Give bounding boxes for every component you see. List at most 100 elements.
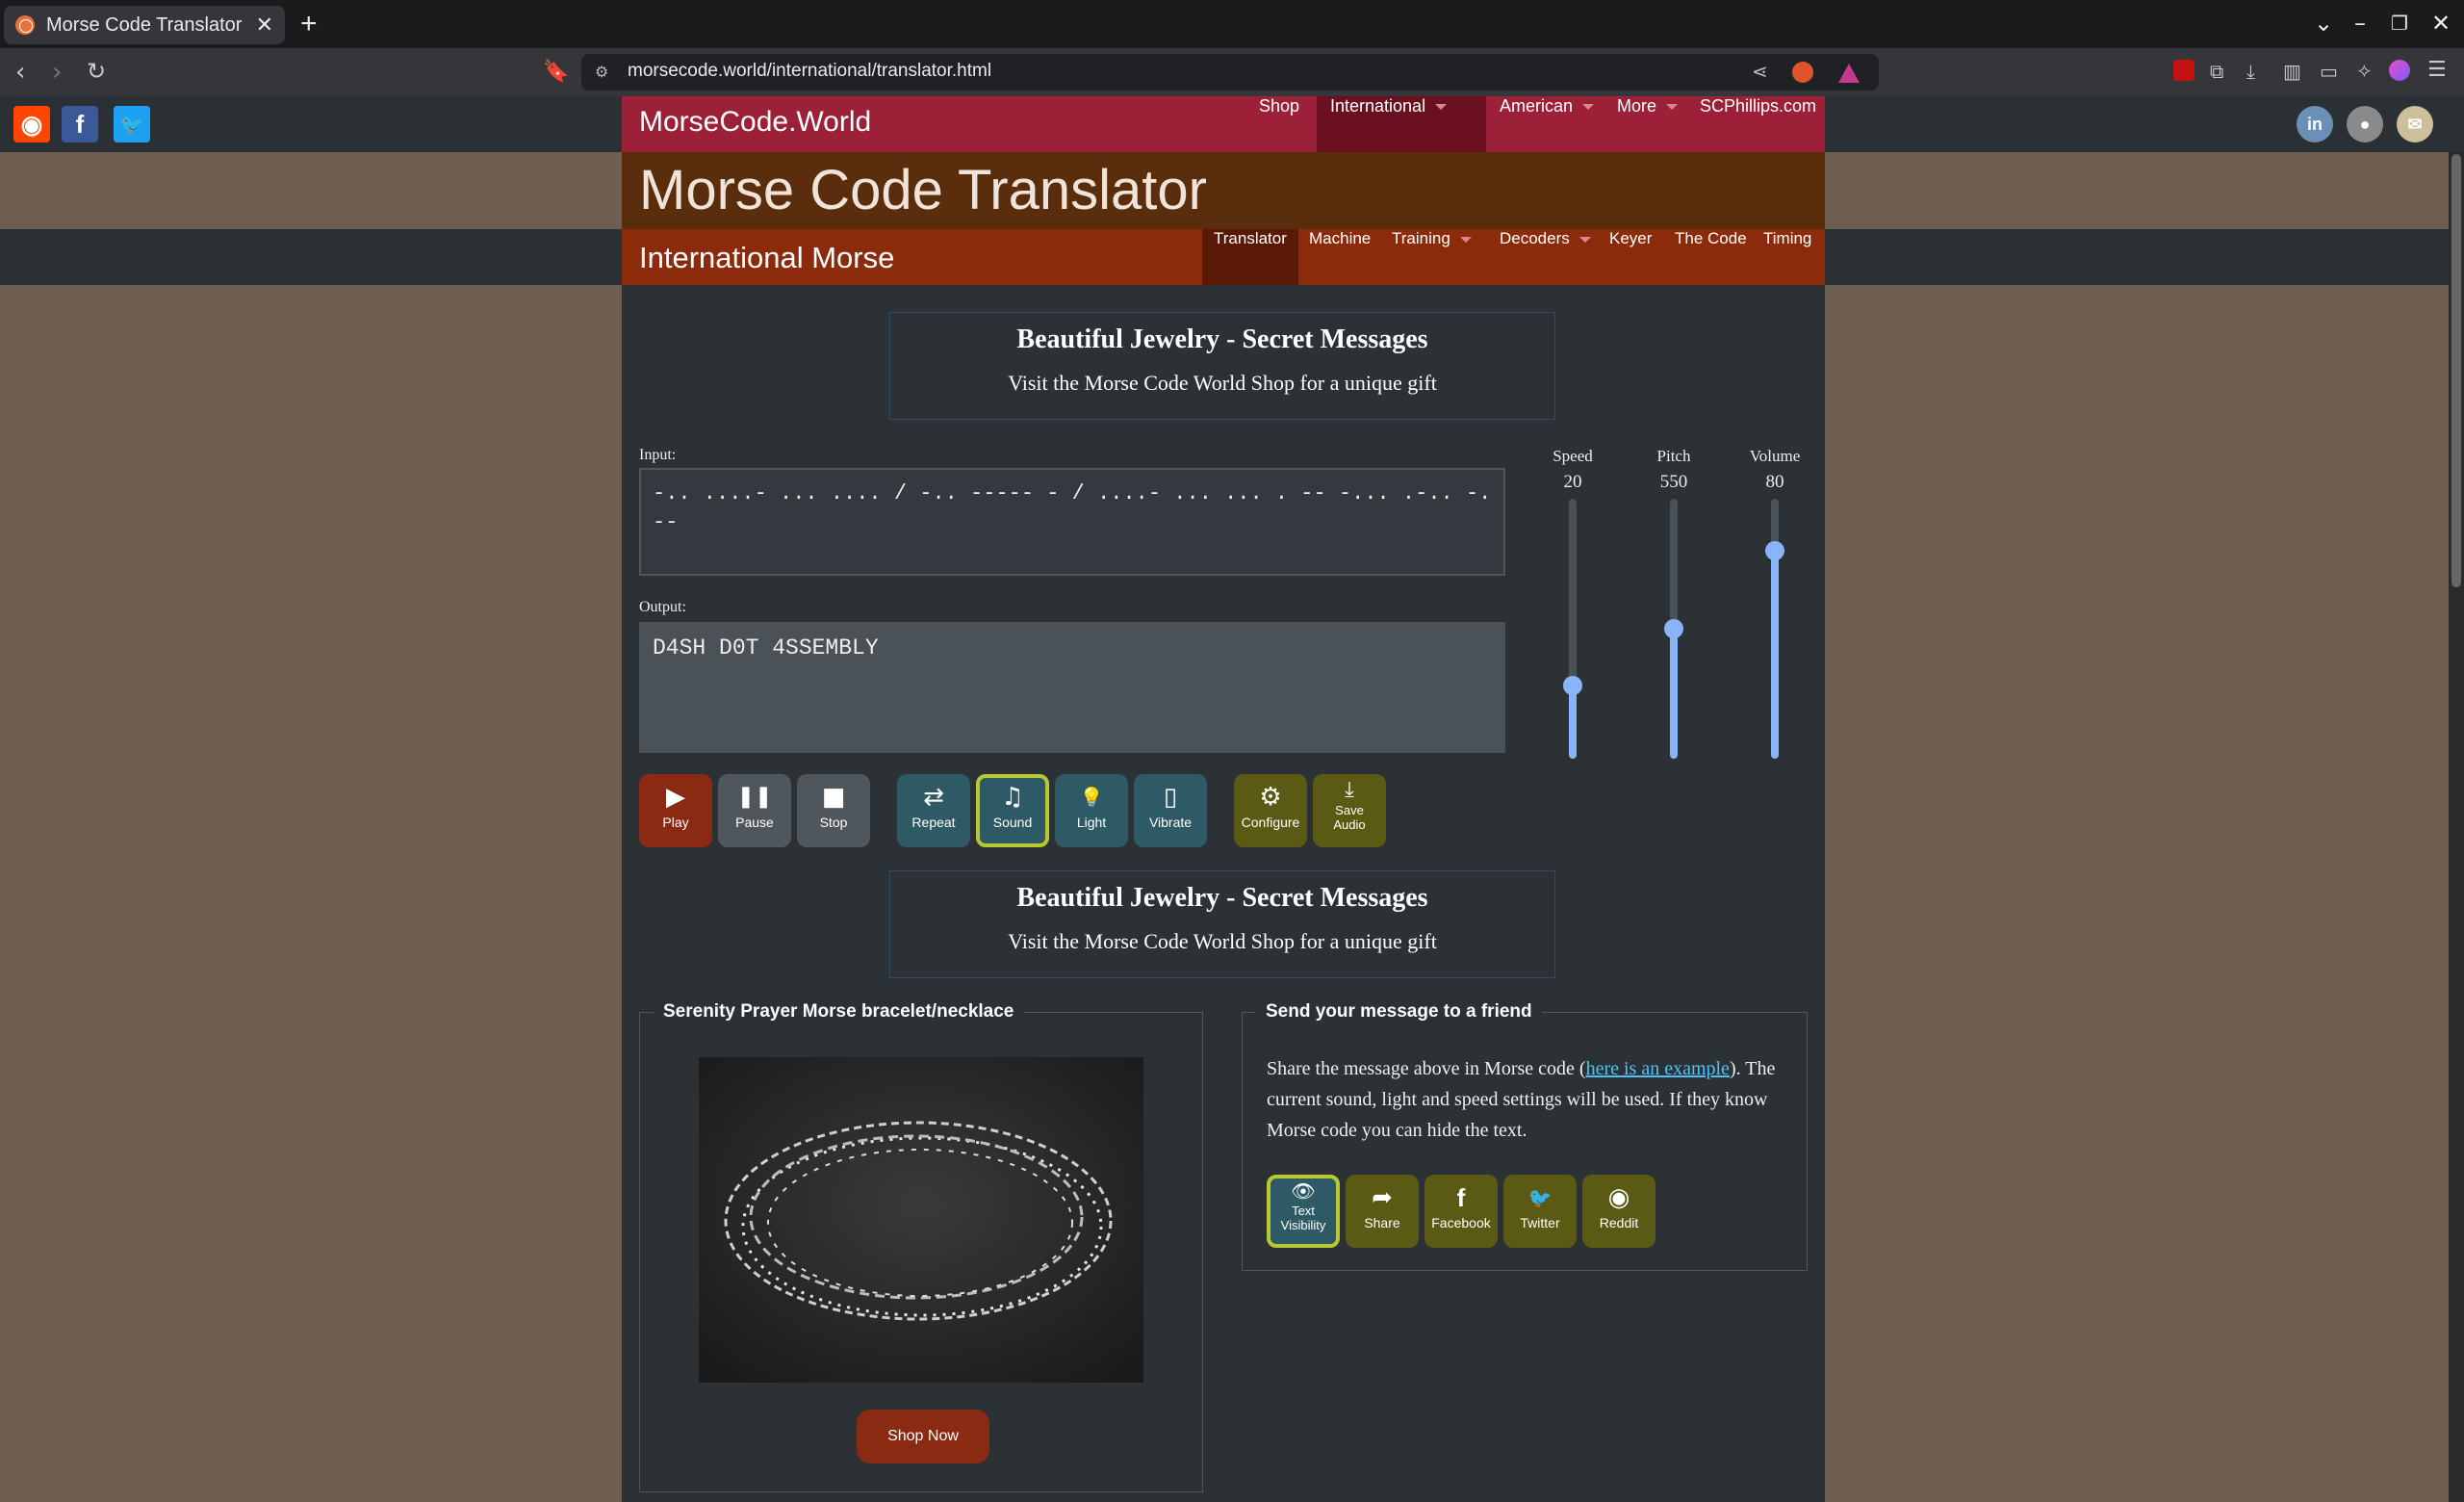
extensions-icon[interactable]: ⧉ [2210, 60, 2223, 83]
browser-toolbar: ‹ › ↻ 🔖 ⚙ morsecode.world/international/… [0, 48, 2464, 96]
bracelet-image[interactable] [699, 1057, 1143, 1383]
ad-banner[interactable]: Beautiful Jewelry - Secret Messages Visi… [889, 312, 1555, 420]
minimize-icon[interactable]: – [2354, 10, 2366, 37]
subnav-keyer[interactable]: Keyer [1598, 229, 1663, 285]
close-window-icon[interactable]: ✕ [2431, 10, 2451, 37]
speed-slider-fill [1569, 686, 1577, 759]
volume-slider[interactable] [1765, 499, 1784, 759]
main-content: Beautiful Jewelry - Secret Messages Visi… [622, 285, 1825, 1502]
pitch-value: 550 [1659, 472, 1688, 492]
address-bar[interactable]: ⚙ morsecode.world/international/translat… [581, 54, 1879, 91]
repeat-toggle[interactable]: ⇄ Repeat [897, 774, 970, 847]
vibrate-icon: ▯ [1163, 783, 1178, 812]
reddit-share-button[interactable]: ◉ Reddit [1582, 1175, 1656, 1248]
globe-icon [15, 15, 35, 35]
shop-now-button[interactable]: Shop Now [857, 1410, 989, 1463]
twitter-icon: 🐦 [1527, 1186, 1553, 1209]
sidebar-icon[interactable]: ▥ [2283, 60, 2301, 83]
chevron-down-icon [1459, 236, 1472, 243]
share-button[interactable]: ➦ Share [1346, 1175, 1419, 1248]
ad-text: Visit the Morse Code World Shop for a un… [1008, 929, 1437, 953]
share-url-icon[interactable]: ⋖ [1752, 60, 1768, 83]
stop-icon: ■ [821, 783, 846, 812]
menu-icon[interactable]: ☰ [2427, 58, 2447, 82]
sound-toggle[interactable]: ♫ Sound [976, 774, 1049, 847]
volume-slider-handle[interactable] [1765, 541, 1784, 560]
subnav-machine[interactable]: Machine [1297, 229, 1382, 285]
configure-button[interactable]: ⚙ Configure [1234, 774, 1307, 847]
ad-banner[interactable]: Beautiful Jewelry - Secret Messages Visi… [889, 870, 1555, 978]
twitter-share-button[interactable]: 🐦 Twitter [1503, 1175, 1577, 1248]
url-text[interactable]: morsecode.world/international/translator… [628, 61, 991, 82]
repeat-icon: ⇄ [923, 783, 944, 812]
gear-icon: ⚙ [1259, 783, 1282, 812]
reload-icon[interactable]: ↻ [87, 58, 106, 85]
downloads-icon[interactable]: ⤓ [2246, 60, 2255, 83]
restore-icon[interactable]: ❐ [2391, 12, 2408, 35]
speed-slider[interactable] [1563, 499, 1582, 759]
pause-button[interactable]: ❚❚ Pause [718, 774, 791, 847]
new-tab-icon[interactable]: + [300, 8, 318, 40]
text-output[interactable]: D4SH D0T 4SSEMBLY [639, 622, 1505, 753]
page-scrollbar[interactable] [2449, 152, 2464, 1502]
product-title: Serenity Prayer Morse bracelet/necklace [663, 1001, 1014, 1022]
pause-icon: ❚❚ [736, 785, 773, 809]
facebook-icon[interactable]: f [62, 106, 98, 142]
github-icon[interactable]: ● [2347, 106, 2383, 142]
speed-label: Speed [1553, 447, 1593, 465]
nav-more[interactable]: More [1604, 96, 1691, 152]
facebook-icon: f [1456, 1183, 1466, 1212]
output-label: Output: [639, 599, 686, 615]
browser-tab[interactable]: Morse Code Translator | I ✕ [4, 6, 285, 44]
twitter-icon[interactable]: 🐦 [114, 106, 150, 142]
subnav-decoders[interactable]: Decoders [1488, 229, 1603, 285]
save-audio-button[interactable]: ⤓ Save Audio [1313, 774, 1386, 847]
reddit-icon[interactable]: ◉ [13, 106, 50, 142]
pitch-slider[interactable] [1664, 499, 1683, 759]
wallet-icon[interactable]: ▭ [2320, 60, 2338, 83]
profile-icon[interactable] [2389, 60, 2410, 81]
email-icon[interactable]: ✉ [2397, 106, 2433, 142]
bookmark-icon[interactable]: 🔖 [543, 60, 569, 84]
site-brand[interactable]: MorseCode.World [639, 106, 871, 139]
vibrate-toggle[interactable]: ▯ Vibrate [1134, 774, 1207, 847]
example-link[interactable]: here is an example [1586, 1058, 1730, 1079]
light-toggle[interactable]: 💡 Light [1055, 774, 1128, 847]
chevron-down-icon [1435, 104, 1448, 111]
scrollbar-thumb[interactable] [2451, 154, 2461, 587]
morse-input[interactable]: -.. ....- ... .... / -.. ----- - / ....-… [639, 468, 1505, 576]
nav-shop[interactable]: Shop [1245, 96, 1313, 152]
facebook-share-button[interactable]: f Facebook [1424, 1175, 1498, 1248]
chevron-down-icon [1578, 236, 1591, 243]
linkedin-icon[interactable]: in [2297, 106, 2333, 142]
back-icon[interactable]: ‹ [15, 58, 25, 87]
nav-american[interactable]: American [1486, 96, 1607, 152]
chevron-down-icon [1582, 104, 1595, 111]
play-button[interactable]: ▶ Play [639, 774, 712, 847]
subnav-translator[interactable]: Translator [1202, 229, 1298, 285]
ad-title: Beautiful Jewelry - Secret Messages [1016, 324, 1428, 354]
forward-icon[interactable]: › [52, 58, 62, 87]
subnav-training[interactable]: Training [1380, 229, 1483, 285]
site-info-icon[interactable]: ⚙ [595, 63, 608, 81]
page-title: Morse Code Translator [639, 159, 1207, 221]
pdf-extension-icon[interactable] [2173, 60, 2194, 81]
speed-value: 20 [1563, 472, 1582, 492]
close-tab-icon[interactable]: ✕ [256, 13, 273, 38]
nav-scphillips[interactable]: SCPhillips.com [1686, 96, 1830, 152]
share-icon: ➦ [1372, 1183, 1393, 1212]
speed-slider-handle[interactable] [1563, 676, 1582, 696]
tab-title: Morse Code Translator | I [46, 13, 246, 36]
brave-rewards-icon[interactable] [1838, 64, 1860, 83]
subnav-timing[interactable]: Timing [1752, 229, 1823, 285]
tab-list-icon[interactable]: ⌄ [2314, 10, 2333, 37]
subnav-the-code[interactable]: The Code [1663, 229, 1758, 285]
leo-ai-icon[interactable]: ✧ [2356, 60, 2373, 83]
nav-international[interactable]: International [1317, 96, 1486, 152]
pitch-label: Pitch [1656, 447, 1691, 465]
stop-button[interactable]: ■ Stop [797, 774, 870, 847]
text-visibility-toggle[interactable]: 👁 Text Visibility [1267, 1175, 1340, 1248]
section-title: International Morse [639, 241, 895, 274]
brave-shield-icon[interactable] [1792, 62, 1813, 83]
pitch-slider-handle[interactable] [1664, 619, 1683, 638]
